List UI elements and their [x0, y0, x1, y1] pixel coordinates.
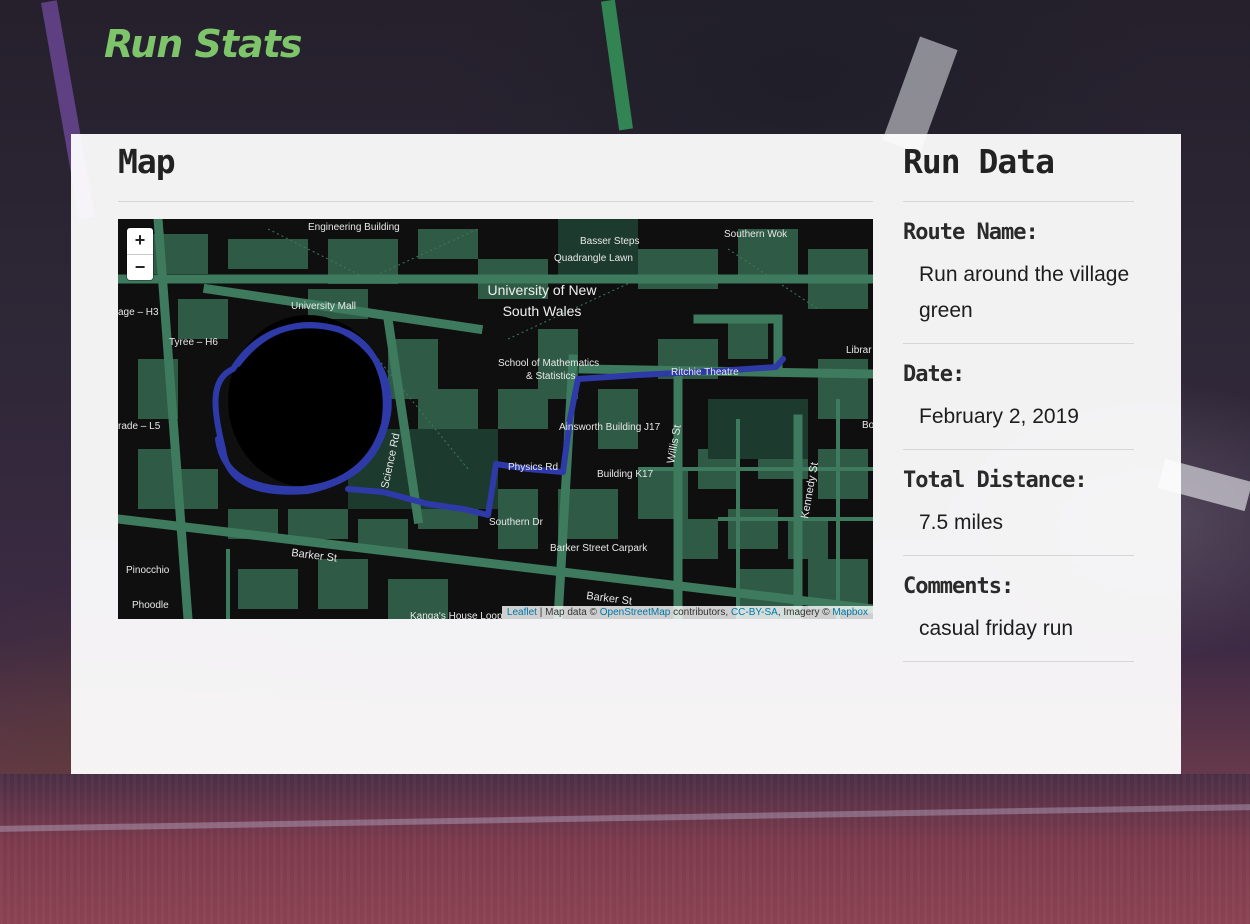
route-name-field: Route Name: Run around the village green [903, 202, 1134, 344]
label-pinocchio: Pinocchio [126, 565, 170, 576]
label-ainsworth: Ainsworth Building J17 [559, 422, 661, 433]
zoom-out-button[interactable]: − [127, 254, 153, 280]
map-attribution: Leaflet | Map data © OpenStreetMap contr… [501, 606, 873, 619]
map-heading: Map [118, 134, 873, 202]
label-physics: Physics Rd [508, 462, 558, 473]
label-grade: rade – L5 [118, 421, 161, 432]
label-southern-dr: Southern Dr [489, 517, 544, 528]
label-quadrangle: Quadrangle Lawn [554, 253, 633, 264]
label-maths2: & Statistics [526, 371, 575, 382]
distance-value: 7.5 miles [919, 511, 1004, 534]
label-village: age – H3 [118, 307, 159, 318]
label-uni-1: University of New [488, 282, 598, 298]
date-field: Date: February 2, 2019 [903, 344, 1134, 450]
attribution-text: , Imagery © [777, 607, 833, 618]
route-name-label: Route Name: [903, 220, 1039, 245]
run-data-heading: Run Data [903, 134, 1134, 202]
map-column: Map Engineering Building Basser Steps So… [118, 134, 873, 619]
comments-label: Comments: [903, 574, 1014, 599]
leaflet-link[interactable]: Leaflet [507, 607, 537, 618]
date-label: Date: [903, 362, 965, 387]
label-k17: Building K17 [597, 469, 654, 480]
label-kangas: Kanga's House Loop [410, 611, 503, 619]
comments-value: casual friday run [919, 617, 1074, 640]
date-value: February 2, 2019 [919, 405, 1079, 428]
label-carpark: Barker Street Carpark [550, 543, 648, 554]
label-tyree: Tyree – H6 [169, 337, 218, 348]
distance-field: Total Distance: 7.5 miles [903, 450, 1134, 556]
route-map[interactable]: Engineering Building Basser Steps Southe… [118, 219, 873, 619]
zoom-control: + − [127, 228, 153, 280]
license-link[interactable]: CC-BY-SA [731, 607, 778, 618]
site-title[interactable]: Run Stats [104, 22, 302, 66]
label-basser: Basser Steps [580, 236, 639, 247]
run-data-column: Run Data Route Name: Run around the vill… [903, 134, 1134, 662]
comments-field: Comments: casual friday run [903, 556, 1134, 662]
mapbox-link[interactable]: Mapbox [832, 607, 868, 618]
route-name-value: Run around the village green [919, 263, 1130, 322]
attribution-text: contributors, [670, 607, 731, 618]
label-bo: Bo [862, 420, 873, 431]
distance-label: Total Distance: [903, 468, 1088, 493]
label-ritchie: Ritchie Theatre [671, 367, 739, 378]
zoom-in-button[interactable]: + [127, 228, 153, 254]
label-phoodle: Phoodle [132, 600, 169, 611]
label-southern-wok: Southern Wok [724, 229, 788, 240]
label-maths1: School of Mathematics [498, 358, 599, 369]
label-engineering: Engineering Building [308, 222, 400, 233]
attribution-text: | Map data © [536, 607, 600, 618]
label-uni-mall: University Mall [291, 301, 356, 312]
label-library: Librar [846, 345, 872, 356]
osm-link[interactable]: OpenStreetMap [600, 607, 671, 618]
content-panel: Map Engineering Building Basser Steps So… [71, 134, 1181, 774]
map-tiles: Engineering Building Basser Steps Southe… [118, 219, 873, 619]
label-uni-2: South Wales [503, 303, 582, 319]
